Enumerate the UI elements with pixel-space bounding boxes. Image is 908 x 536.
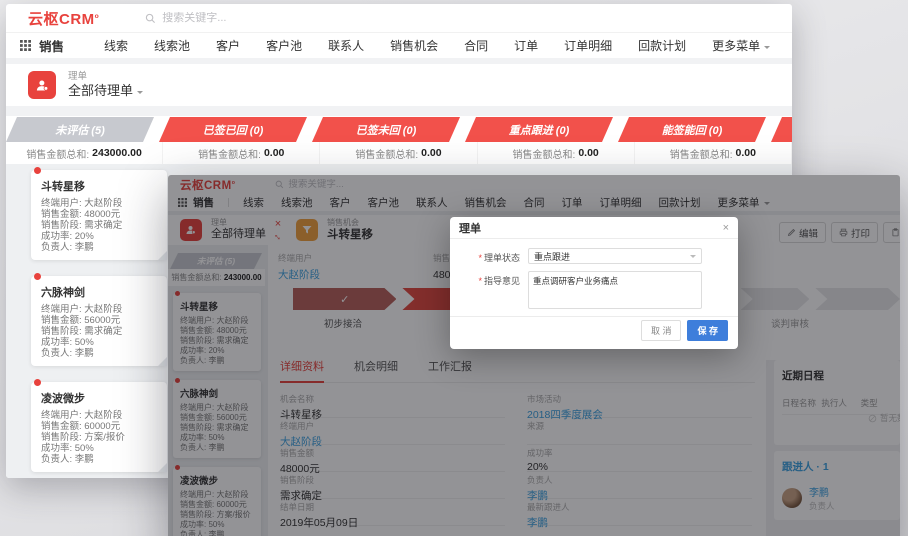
status-dot <box>34 379 41 386</box>
sum-row: 销售金额总和:243000.00 销售金额总和:0.00 销售金额总和:0.00… <box>6 142 792 164</box>
modal-footer: 取 消 保 存 <box>450 316 738 343</box>
cancel-button[interactable]: 取 消 <box>641 320 682 341</box>
card-field: 负责人: 李鹏 <box>41 348 157 359</box>
apps-grid-icon[interactable] <box>20 40 31 51</box>
modal-title: 理单 <box>459 220 481 236</box>
view-selector[interactable]: 全部待理单 <box>68 83 143 99</box>
back-topbar: 云枢CRMo <box>6 4 792 32</box>
card-field: 销售阶段: 需求确定 <box>41 326 157 337</box>
crm-window-front: 云枢CRMo 销售 线索 线索池 客户 客户池 联系人 销售机会 合同 订单 订… <box>168 175 900 536</box>
nav-item-customers[interactable]: 客户 <box>216 37 240 54</box>
global-search[interactable] <box>145 12 302 24</box>
status-tab-band: 未评估 (5) 已签已回 (0) 已签未回 (0) 重点跟进 (0) 能签能回 … <box>6 116 792 164</box>
tab-signed-not-returned[interactable]: 已签未回 (0) <box>312 117 460 142</box>
chevron-down-icon <box>690 255 696 261</box>
card-field: 成功率: 50% <box>41 443 157 454</box>
required-mark: * <box>478 276 482 286</box>
status-dot <box>34 167 41 174</box>
card-field: 终端用户: 大赵阶段 <box>41 410 157 421</box>
module-person-icon <box>28 71 56 99</box>
tab-key-follow-up[interactable]: 重点跟进 (0) <box>465 117 613 142</box>
save-button[interactable]: 保 存 <box>687 320 728 341</box>
card-field: 终端用户: 大赵阶段 <box>41 304 157 315</box>
card-field: 终端用户: 大赵阶段 <box>41 198 157 209</box>
card-field: 销售阶段: 需求确定 <box>41 220 157 231</box>
card-field: 销售金额: 48000元 <box>41 209 157 220</box>
kanban-header: 理单 全部待理单 <box>6 64 792 106</box>
search-icon <box>145 13 156 24</box>
card-field: 销售金额: 60000元 <box>41 421 157 432</box>
tab-signed-returned[interactable]: 已签已回 (0) <box>159 117 307 142</box>
nav-item-opportunities[interactable]: 销售机会 <box>390 37 438 54</box>
tab-not-evaluated[interactable]: 未评估 (5) <box>6 117 154 142</box>
nav-item-leads[interactable]: 线索 <box>104 37 128 54</box>
modal-header: 理单 × <box>450 217 738 239</box>
nav-item-contracts[interactable]: 合同 <box>464 37 488 54</box>
card-title: 六脉神剑 <box>41 284 157 300</box>
card-title: 斗转星移 <box>41 178 157 194</box>
card-title: 凌波微步 <box>41 390 157 406</box>
opportunity-card[interactable]: 凌波微步 终端用户: 大赵阶段 销售金额: 60000元 销售阶段: 方案/报价… <box>31 382 167 472</box>
card-field: 成功率: 20% <box>41 231 157 242</box>
status-field-label: *理单状态 <box>450 248 520 264</box>
nav-item-customer-pool[interactable]: 客户池 <box>266 37 302 54</box>
advice-textarea[interactable]: 重点调研客户业务痛点 <box>528 271 702 309</box>
nav-item-lead-pool[interactable]: 线索池 <box>154 37 190 54</box>
close-icon[interactable]: × <box>723 222 729 234</box>
card-field: 销售阶段: 方案/报价 <box>41 432 157 443</box>
nav-item-orders[interactable]: 订单 <box>514 37 538 54</box>
nav-item-sales[interactable]: 销售 <box>39 36 64 55</box>
nav-item-contacts[interactable]: 联系人 <box>328 37 364 54</box>
chevron-down-icon <box>764 46 770 52</box>
nav-item-payment-plan[interactable]: 回款计划 <box>638 37 686 54</box>
tab-can-sign-return[interactable]: 能签能回 (0) <box>618 117 766 142</box>
required-mark: * <box>478 253 482 263</box>
app-logo: 云枢CRMo <box>28 8 99 29</box>
card-field: 负责人: 李鹏 <box>41 242 157 253</box>
search-input[interactable] <box>162 12 302 24</box>
card-field: 成功率: 50% <box>41 337 157 348</box>
chevron-down-icon <box>137 91 143 97</box>
main-nav: 销售 线索 线索池 客户 客户池 联系人 销售机会 合同 订单 订单明细 回款计… <box>6 32 792 58</box>
card-field: 负责人: 李鹏 <box>41 454 157 465</box>
advice-field-label: *指导意见 <box>450 271 520 309</box>
card-field: 销售金额: 56000元 <box>41 315 157 326</box>
status-select[interactable]: 重点跟进 <box>528 248 702 264</box>
spacer <box>6 106 792 116</box>
status-select-value: 重点跟进 <box>534 250 570 263</box>
module-label: 理单 <box>68 71 143 83</box>
nav-item-order-details[interactable]: 订单明细 <box>564 37 612 54</box>
opportunity-card[interactable]: 六脉神剑 终端用户: 大赵阶段 销售金额: 56000元 销售阶段: 需求确定 … <box>31 276 167 366</box>
status-dot <box>34 273 41 280</box>
nav-item-more[interactable]: 更多菜单 <box>712 37 770 54</box>
opportunity-card[interactable]: 斗转星移 终端用户: 大赵阶段 销售金额: 48000元 销售阶段: 需求确定 … <box>31 170 167 260</box>
desktop-stage: 云枢CRMo 销售 线索 线索池 客户 客户池 联系人 销售机会 合同 订单 订… <box>0 0 908 536</box>
tab-stub <box>771 117 792 142</box>
lidan-modal: 理单 × *理单状态 重点跟进 *指导意见 重点调研客户业务痛点 取 消 <box>450 217 738 349</box>
